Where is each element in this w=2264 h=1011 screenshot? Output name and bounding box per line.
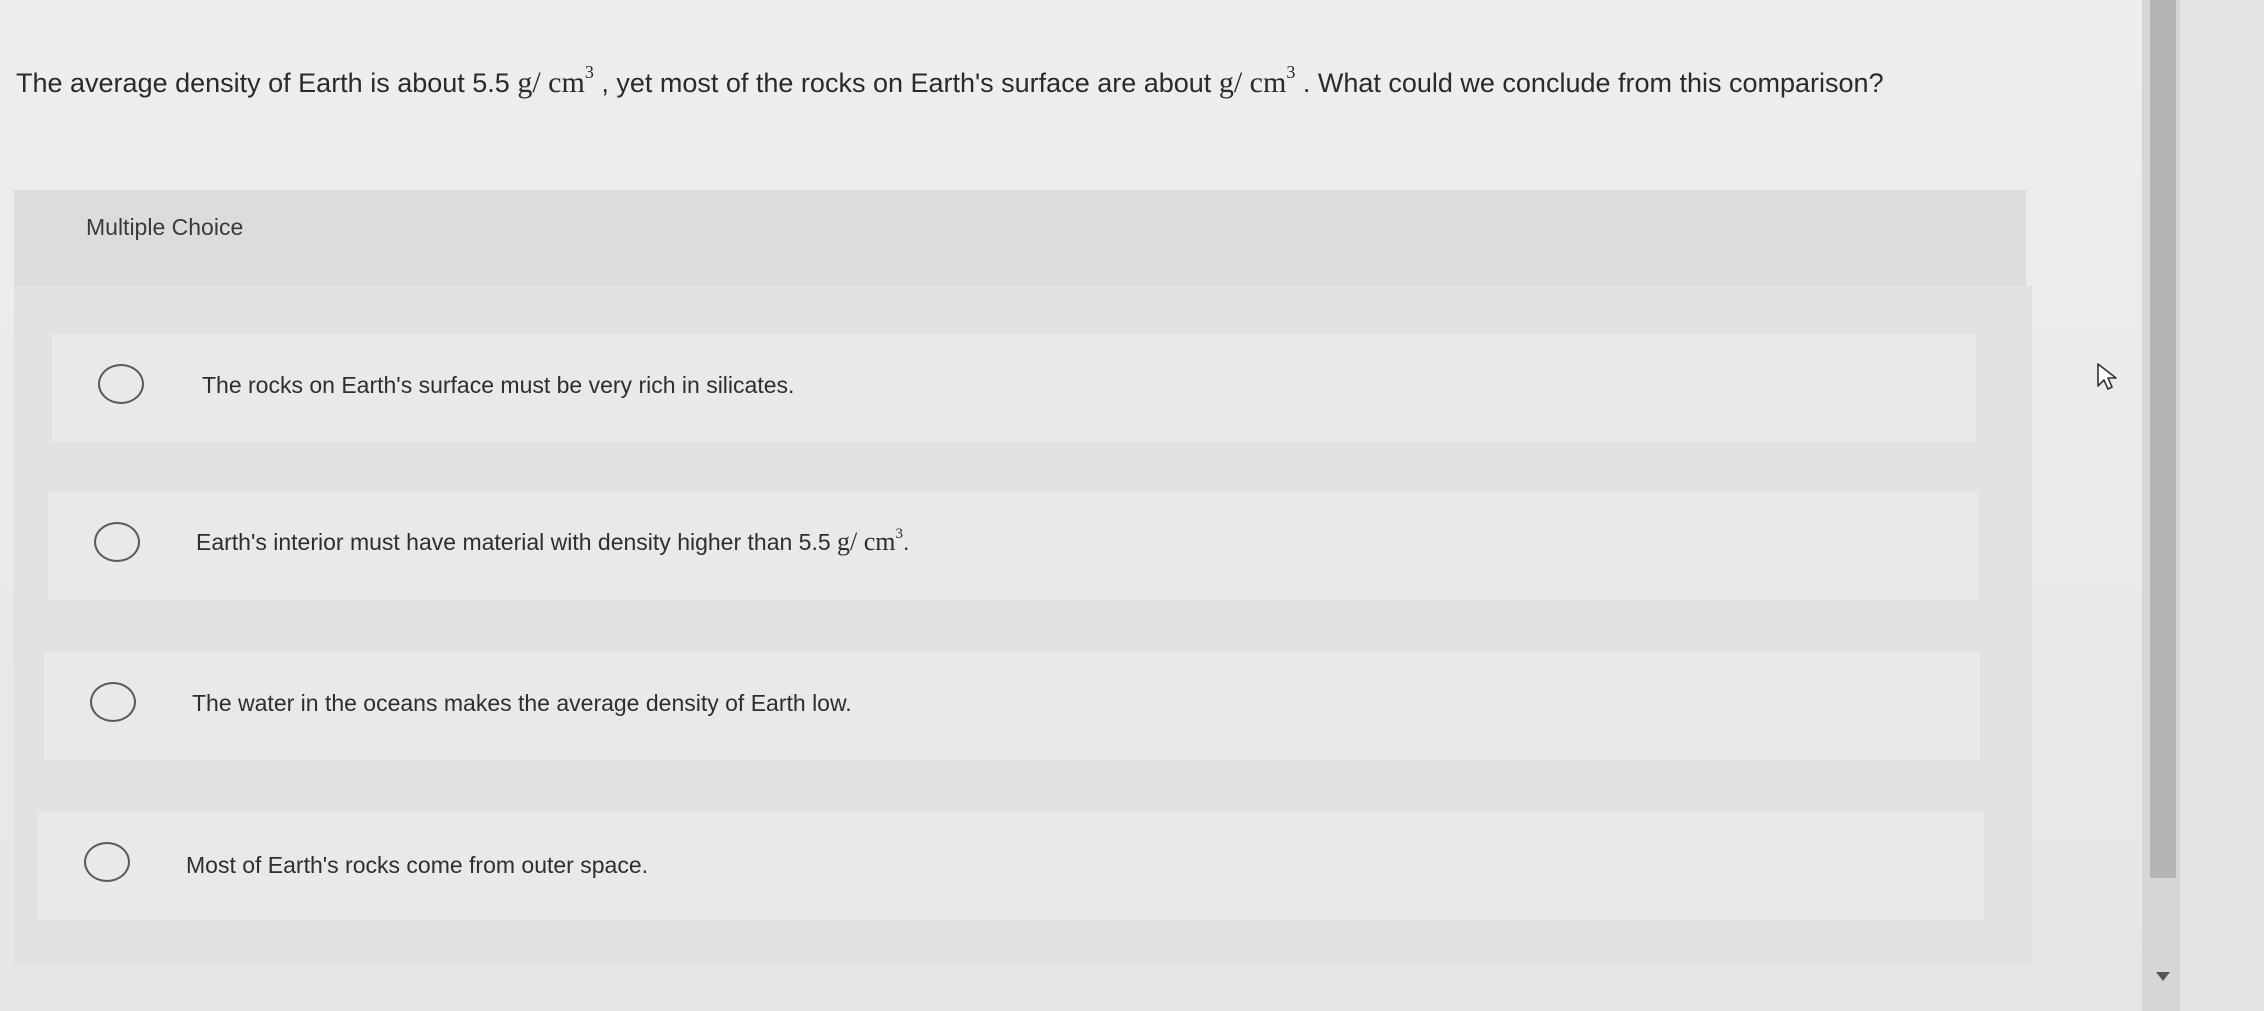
scrollbar-thumb[interactable] xyxy=(2150,0,2176,878)
multiple-choice-label: Multiple Choice xyxy=(86,214,244,240)
choice-label-2: Earth's interior must have material with… xyxy=(196,526,910,556)
question-part2: , yet most of the rocks on Earth's surfa… xyxy=(601,68,1212,98)
choice-option-1[interactable]: The rocks on Earth's surface must be ver… xyxy=(52,334,1976,442)
question-text: The average density of Earth is about 5.… xyxy=(16,52,2116,103)
right-margin xyxy=(2180,0,2264,1011)
choice-option-3[interactable]: The water in the oceans makes the averag… xyxy=(44,652,1980,760)
question-part3: . What could we conclude from this compa… xyxy=(1302,68,1884,98)
question-unit-1: g/ cm3 xyxy=(517,62,594,99)
cursor-arrow-icon xyxy=(2097,363,2117,390)
question-unit-2: g/ cm3 xyxy=(1218,62,1296,99)
radio-unselected-icon[interactable] xyxy=(90,682,136,722)
radio-unselected-icon[interactable] xyxy=(84,842,130,882)
question-part1: The average density of Earth is about 5.… xyxy=(16,68,510,98)
choice-label-1: The rocks on Earth's surface must be ver… xyxy=(202,372,795,398)
choice-label-4: Most of Earth's rocks come from outer sp… xyxy=(186,852,648,878)
multiple-choice-header: Multiple Choice xyxy=(14,190,2026,286)
scroll-down-arrow-icon[interactable] xyxy=(2156,972,2170,981)
choice-option-4[interactable]: Most of Earth's rocks come from outer sp… xyxy=(38,812,1984,920)
choice-label-3: The water in the oceans makes the averag… xyxy=(192,690,852,716)
radio-unselected-icon[interactable] xyxy=(98,364,144,404)
choice-2-unit: g/ cm3 xyxy=(837,526,904,556)
radio-unselected-icon[interactable] xyxy=(94,522,140,562)
choice-option-2[interactable]: Earth's interior must have material with… xyxy=(48,492,1978,600)
page: The average density of Earth is about 5.… xyxy=(0,0,2264,1011)
